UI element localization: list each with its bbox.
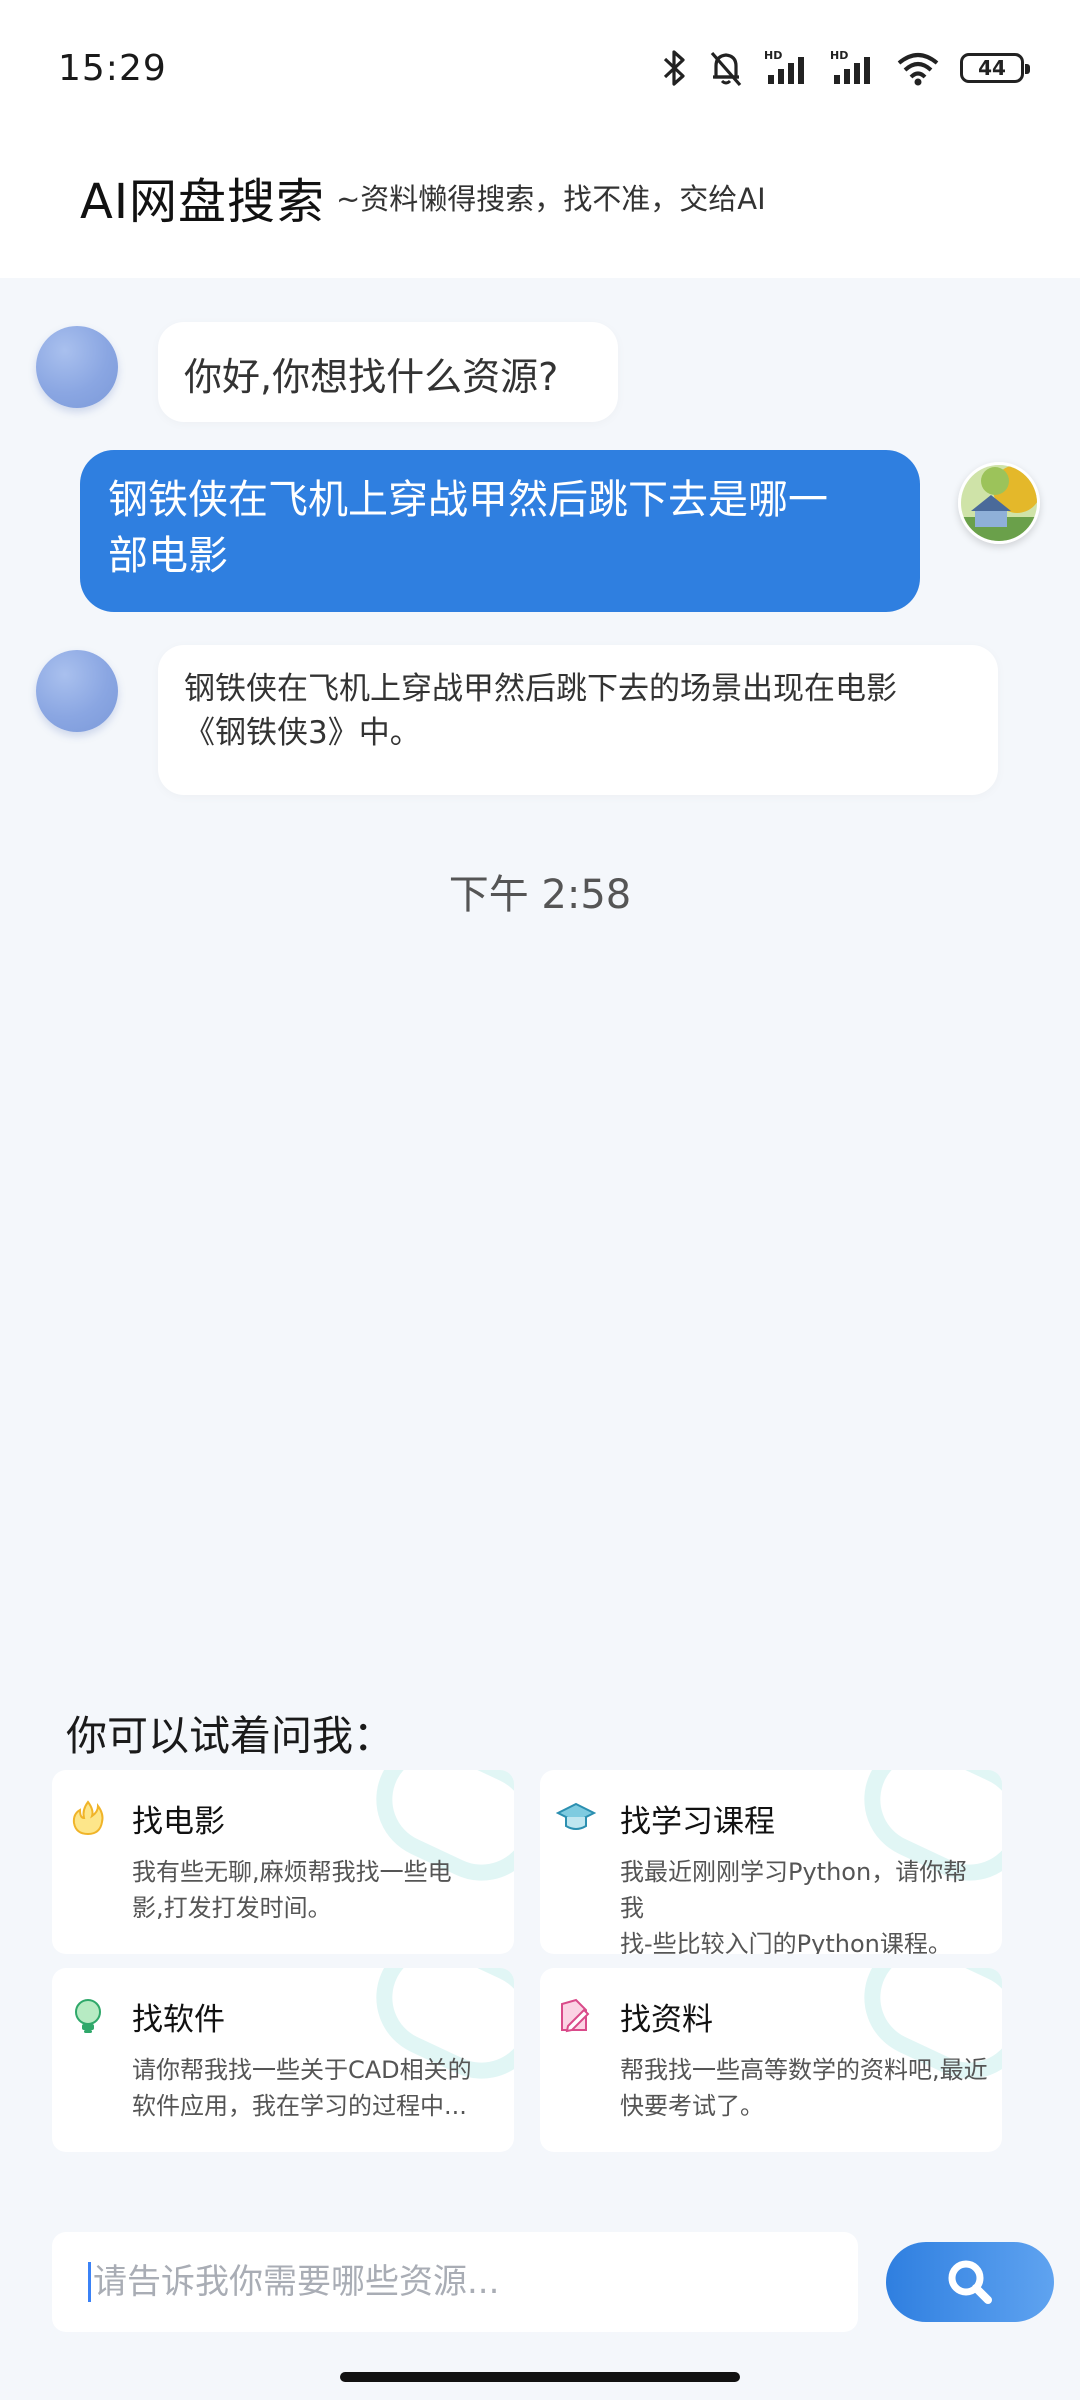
signal-hd-icon-2: HD: [830, 49, 870, 84]
chat-time-divider: 下午 2:58: [448, 872, 632, 918]
text-caret: [88, 2262, 91, 2302]
search-input-container: [52, 2232, 858, 2332]
user-avatar[interactable]: [958, 462, 1040, 544]
card-description-line: 请你帮我找一些关于CAD相关的: [132, 2056, 472, 2084]
suggestion-card-course[interactable]: 找学习课程 我最近刚刚学习Python，请你帮我 找-些比较入门的Python课…: [540, 1770, 1002, 1954]
card-description-line: 我最近刚刚学习Python，请你帮我: [620, 1858, 968, 1922]
card-description-line: 软件应用，我在学习的过程中...: [132, 2092, 467, 2120]
wifi-icon: [897, 53, 939, 86]
user-message-line: 钢铁侠在飞机上穿战甲然后跳下去是哪一: [108, 477, 828, 523]
card-title: 找软件: [132, 2002, 225, 2038]
signal-hd-icon: HD: [764, 49, 804, 84]
bot-message: 你好,你想找什么资源?: [158, 322, 618, 422]
user-avatar-image: [961, 465, 1037, 541]
card-title: 找电影: [132, 1804, 225, 1840]
card-description-line: 我有些无聊,麻烦帮我找一些电: [132, 1858, 452, 1886]
card-description: 我最近刚刚学习Python，请你帮我 找-些比较入门的Python课程。: [620, 1854, 988, 1954]
card-title: 找资料: [620, 2002, 713, 2038]
suggestion-card-software[interactable]: 找软件 请你帮我找一些关于CAD相关的 软件应用，我在学习的过程中...: [52, 1968, 514, 2152]
pencil-icon: [561, 1998, 590, 2033]
bluetooth-icon: [663, 50, 685, 86]
bell-muted-icon: [710, 51, 742, 87]
search-input[interactable]: [93, 2262, 793, 2302]
search-icon: [948, 2260, 992, 2304]
card-description: 帮我找一些高等数学的资料吧,最近 快要考试了。: [620, 2052, 988, 2124]
app-title: AI网盘搜索: [80, 174, 325, 230]
app-subtitle: ~资料懒得搜索，找不准，交给AI: [336, 182, 766, 216]
suggestion-card-movie[interactable]: 找电影 我有些无聊,麻烦帮我找一些电 影,打发打发时间。: [52, 1770, 514, 1954]
card-description-line: 快要考试了。: [620, 2092, 764, 2120]
card-title: 找学习课程: [620, 1804, 775, 1840]
bot-message-line: 钢铁侠在飞机上穿战甲然后跳下去的场景出现在电影: [184, 671, 897, 707]
search-button[interactable]: [886, 2242, 1054, 2322]
suggestion-card-materials[interactable]: 找资料 帮我找一些高等数学的资料吧,最近 快要考试了。: [540, 1968, 1002, 2152]
card-description: 我有些无聊,麻烦帮我找一些电 影,打发打发时间。: [132, 1854, 500, 1926]
suggestions-title: 你可以试着问我：: [66, 1712, 394, 1760]
fire-icon: [72, 1800, 104, 1836]
bot-message-text: 你好,你想找什么资源?: [184, 355, 559, 399]
status-icons: HD HD 44: [662, 48, 1030, 88]
bot-avatar: [36, 326, 118, 408]
lightbulb-icon: [75, 1999, 101, 2033]
card-description-line: 找-些比较入门的Python课程。: [620, 1930, 952, 1954]
home-indicator[interactable]: [340, 2372, 740, 2382]
svg-text:HD: HD: [764, 49, 782, 62]
battery-indicator: 44: [960, 53, 1030, 83]
bot-message: 钢铁侠在飞机上穿战甲然后跳下去的场景出现在电影 《钢铁侠3》中。: [158, 645, 998, 795]
user-message-line: 部电影: [108, 533, 228, 579]
card-description-line: 帮我找一些高等数学的资料吧,最近: [620, 2056, 988, 2084]
svg-text:HD: HD: [830, 49, 848, 62]
user-message: 钢铁侠在飞机上穿战甲然后跳下去是哪一 部电影: [80, 450, 920, 612]
graduation-cap-icon: [556, 1802, 596, 1830]
bot-message-line: 《钢铁侠3》中。: [184, 715, 421, 751]
bot-avatar: [36, 650, 118, 732]
card-description-line: 影,打发打发时间。: [132, 1894, 332, 1922]
status-time: 15:29: [58, 48, 167, 89]
card-description: 请你帮我找一些关于CAD相关的 软件应用，我在学习的过程中...: [132, 2052, 500, 2124]
